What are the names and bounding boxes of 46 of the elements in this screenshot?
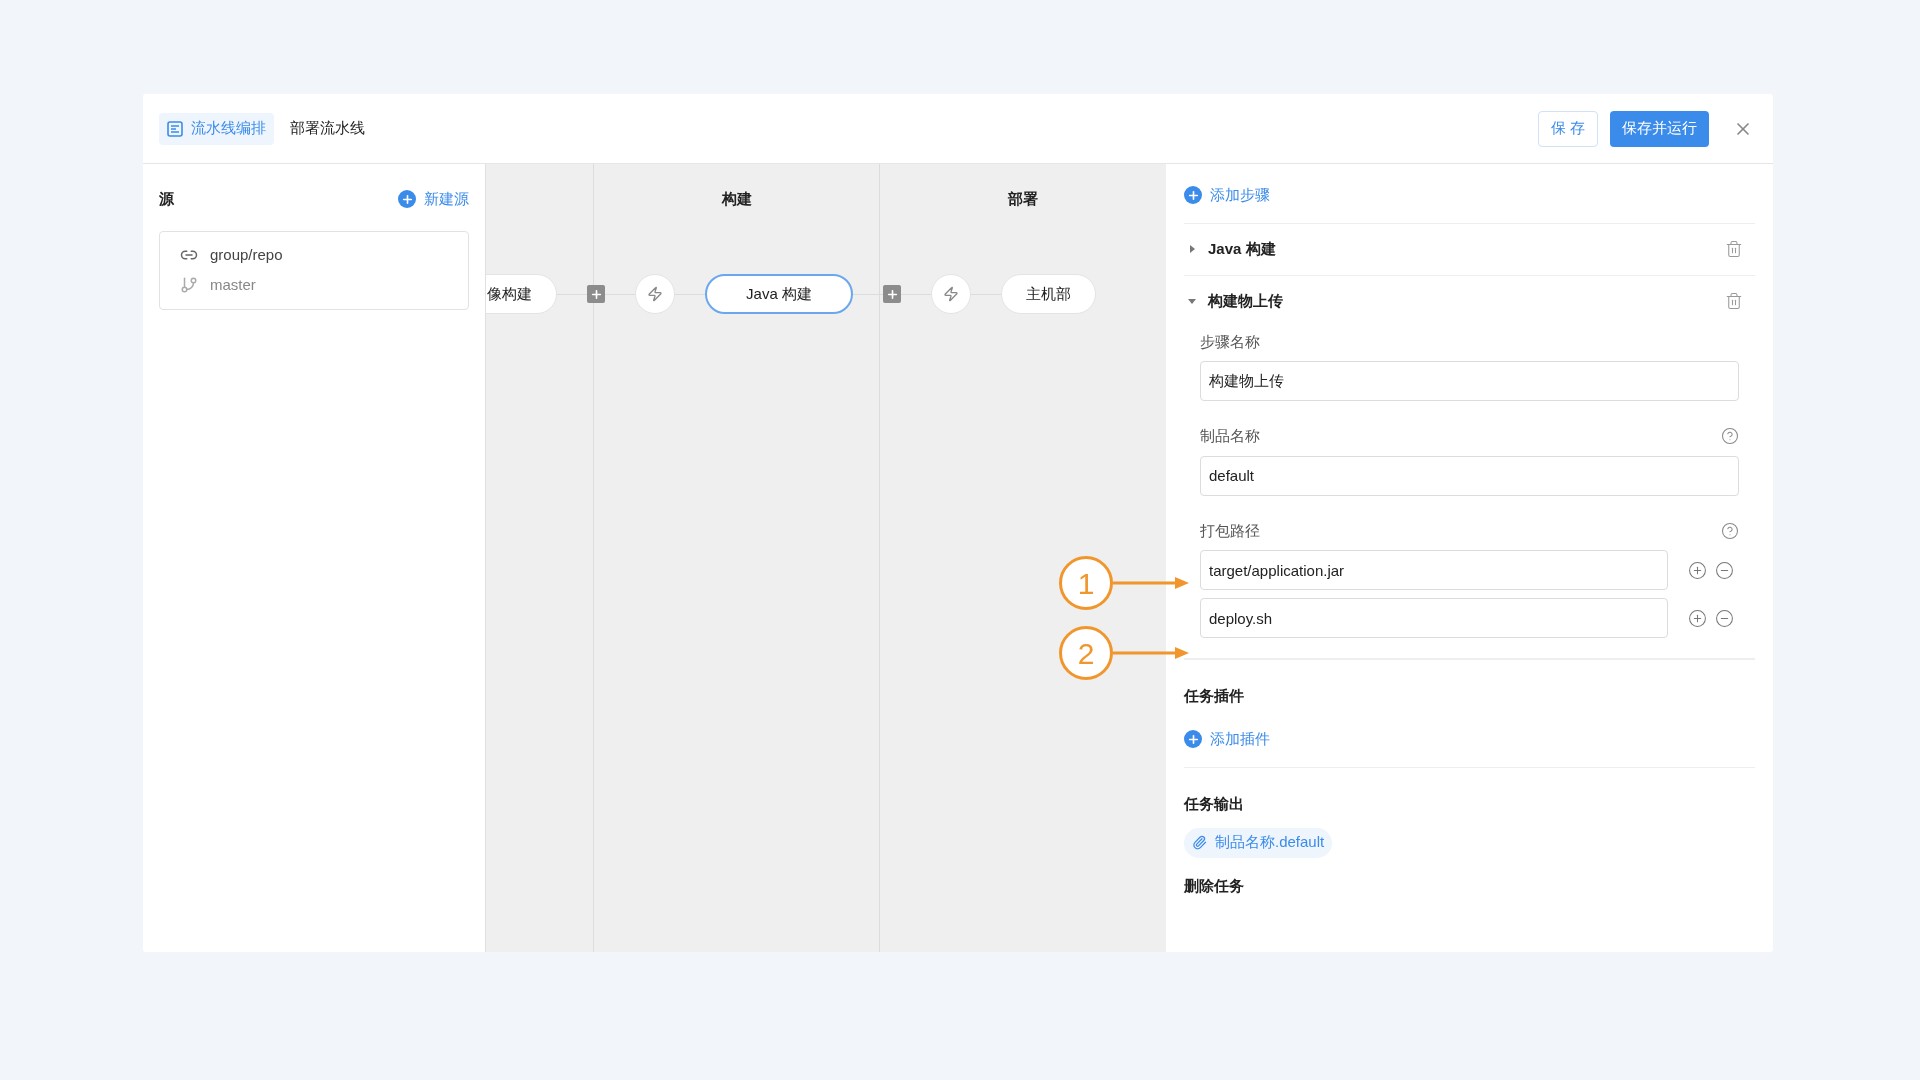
step-header[interactable]: 构建物上传	[1184, 275, 1755, 327]
job-node[interactable]: 主机部	[1001, 274, 1096, 314]
step-header[interactable]: Java 构建	[1184, 223, 1755, 275]
caret-icon	[1188, 297, 1196, 305]
remove-icon[interactable]	[1715, 608, 1734, 628]
add-node-icon[interactable]	[587, 285, 605, 303]
add-step-link[interactable]: 添加步骤	[1184, 184, 1270, 207]
lightning-node-icon[interactable]	[635, 274, 675, 314]
source-card[interactable]: group/repo master	[159, 230, 469, 310]
repo-name: group/repo	[210, 244, 283, 265]
stage-title: 构建	[721, 188, 752, 209]
branch-name: master	[210, 275, 256, 295]
remove-icon[interactable]	[1715, 560, 1734, 580]
lightning-node-icon[interactable]	[931, 274, 971, 314]
delete-icon[interactable]	[1725, 292, 1743, 310]
caret-icon	[1188, 245, 1196, 253]
paperclip-icon	[1192, 835, 1207, 850]
branch-icon	[180, 276, 198, 295]
field-label: 制品名称	[1200, 426, 1260, 446]
field-label: 步骤名称	[1200, 331, 1261, 352]
delete-icon[interactable]	[1725, 240, 1743, 258]
section-title: 删除任务	[1184, 876, 1244, 894]
add-plugin-link[interactable]: 添加插件	[1184, 728, 1270, 751]
artifact-name-input[interactable]: default	[1200, 455, 1739, 496]
add-icon[interactable]	[1688, 608, 1707, 628]
job-node[interactable]: Java 构建	[705, 274, 853, 314]
add-node-icon[interactable]	[883, 285, 901, 303]
help-icon[interactable]	[1721, 427, 1739, 446]
plus-icon	[1184, 730, 1202, 749]
step-name-input[interactable]: 构建物上传	[1200, 361, 1739, 401]
new-source-link[interactable]: 新建源	[398, 188, 469, 211]
stage-title: 部署	[1008, 188, 1039, 209]
save-button[interactable]: 保 存	[1537, 110, 1598, 147]
header-tab[interactable]: 部署流水线	[282, 112, 373, 145]
source-title: 源	[159, 189, 174, 209]
help-icon[interactable]	[1721, 521, 1739, 540]
add-icon[interactable]	[1688, 560, 1707, 580]
package-path-input[interactable]: target/application.jar	[1200, 550, 1668, 590]
job-node[interactable]: 像构建	[486, 274, 557, 314]
plus-icon	[398, 190, 416, 209]
field-label: 打包路径	[1200, 520, 1260, 541]
plus-icon	[1184, 186, 1202, 205]
section-title: 任务输出	[1184, 794, 1244, 812]
section-title: 任务插件	[1184, 687, 1244, 704]
pipeline-icon	[167, 120, 183, 137]
package-path-input[interactable]: deploy.sh	[1200, 598, 1668, 638]
